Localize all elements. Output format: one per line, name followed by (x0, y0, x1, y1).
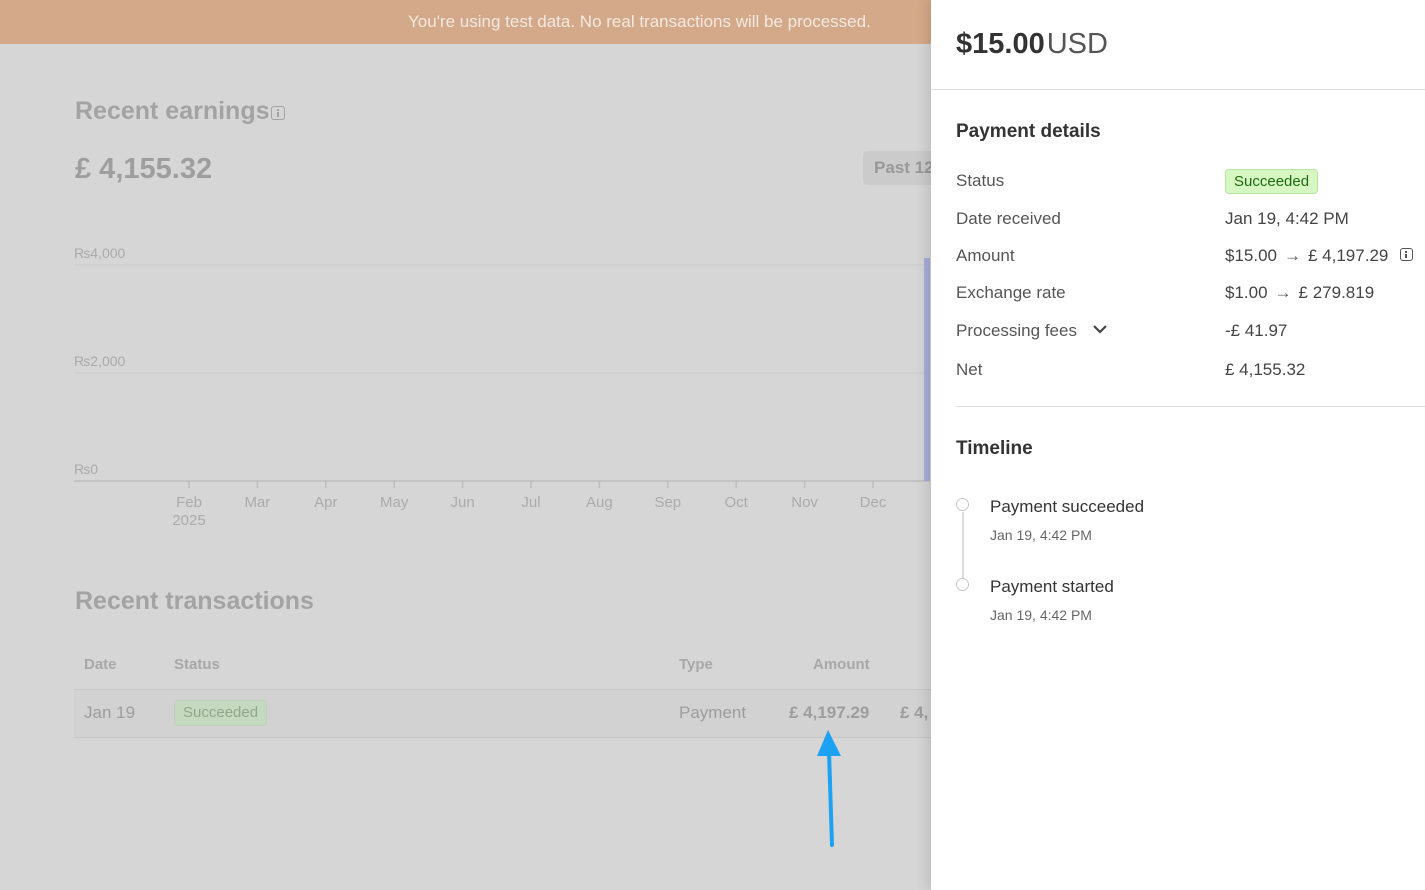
x-year-label: 2025 (172, 512, 205, 529)
timeline-dot-icon (956, 498, 969, 511)
timeline-connector (962, 512, 964, 578)
earnings-chart: ₨4,000 ₨2,000 ₨0 Feb Mar Apr May Jun Jul Aug Se… (74, 245, 930, 529)
timeline-event-title: Payment started (990, 577, 1114, 596)
status-label: Status (956, 171, 1005, 190)
y-tick-label: ₨2,000 (74, 353, 126, 369)
column-header-status[interactable]: Status (174, 656, 220, 673)
timeline-title: Timeline (956, 438, 1033, 459)
rate-from: $1.00 (1225, 283, 1268, 302)
date-received-label: Date received (956, 209, 1061, 228)
payment-details-title: Payment details (956, 121, 1101, 142)
row-type: Payment (679, 703, 747, 722)
x-tick-label: Oct (725, 494, 749, 511)
column-header-date[interactable]: Date (84, 656, 117, 673)
amount-label: Amount (956, 246, 1015, 265)
exchange-rate-value: $1.00 → £ 279.819 (1225, 283, 1374, 303)
x-tick-label: Jun (451, 494, 475, 511)
payment-amount: $15.00 (956, 28, 1045, 60)
y-tick-label: ₨0 (74, 461, 98, 477)
payment-detail-panel: $15.00USD Payment details Status Succeed… (931, 0, 1425, 890)
payment-amount-header: $15.00USD (956, 28, 1108, 61)
processing-fees-value: -£ 41.97 (1225, 321, 1288, 340)
amount-to: £ 4,197.29 (1308, 246, 1389, 265)
info-icon[interactable] (1400, 248, 1413, 261)
net-label: Net (956, 360, 983, 379)
column-header-type[interactable]: Type (679, 656, 713, 673)
timeline-event-title: Payment succeeded (990, 497, 1145, 516)
status-badge: Succeeded (1225, 169, 1319, 194)
x-tick-label: Jul (521, 494, 540, 511)
timeline-event-time: Jan 19, 4:42 PM (990, 607, 1092, 623)
x-tick-label: Apr (314, 494, 337, 511)
amount-value: $15.00 → £ 4,197.29 (1225, 246, 1388, 266)
divider (931, 89, 1425, 90)
divider (956, 406, 1425, 407)
processing-fees-label[interactable]: Processing fees (956, 321, 1077, 341)
rate-to: £ 279.819 (1298, 283, 1375, 302)
x-tick-label: Nov (791, 494, 818, 511)
exchange-rate-label: Exchange rate (956, 283, 1066, 302)
column-header-amount[interactable]: Amount (813, 656, 870, 673)
x-tick-label: May (380, 494, 409, 511)
x-tick-label: Aug (586, 494, 613, 511)
amount-from: $15.00 (1225, 246, 1277, 265)
y-tick-label: ₨4,000 (74, 245, 126, 261)
row-amount: £ 4,197.29 (789, 703, 870, 722)
x-tick-label: Feb (176, 494, 202, 511)
x-tick-label: Mar (244, 494, 270, 511)
x-tick-label: Dec (860, 494, 887, 511)
timeline-event-time: Jan 19, 4:42 PM (990, 527, 1092, 543)
earnings-bar[interactable] (924, 258, 930, 481)
date-received-value: Jan 19, 4:42 PM (1225, 209, 1349, 228)
x-tick-label: Sep (654, 494, 681, 511)
net-value: £ 4,155.32 (1225, 360, 1306, 379)
row-net: £ 4, (900, 703, 929, 722)
row-date: Jan 19 (84, 703, 136, 722)
chevron-down-icon[interactable] (1091, 322, 1109, 338)
arrow-right-icon: → (1284, 246, 1301, 265)
page: You're using test data. No real transact… (0, 0, 1425, 890)
arrow-right-icon: → (1274, 283, 1292, 302)
x-axis: Feb Mar Apr May Jun Jul Aug Sep Oct Nov Dec (176, 481, 887, 511)
payment-currency: USD (1046, 28, 1108, 60)
divider (74, 737, 934, 738)
recent-transactions-title: Recent transactions (75, 587, 314, 615)
timeline-dot-icon (956, 578, 969, 591)
row-status-badge: Succeeded (174, 700, 268, 726)
